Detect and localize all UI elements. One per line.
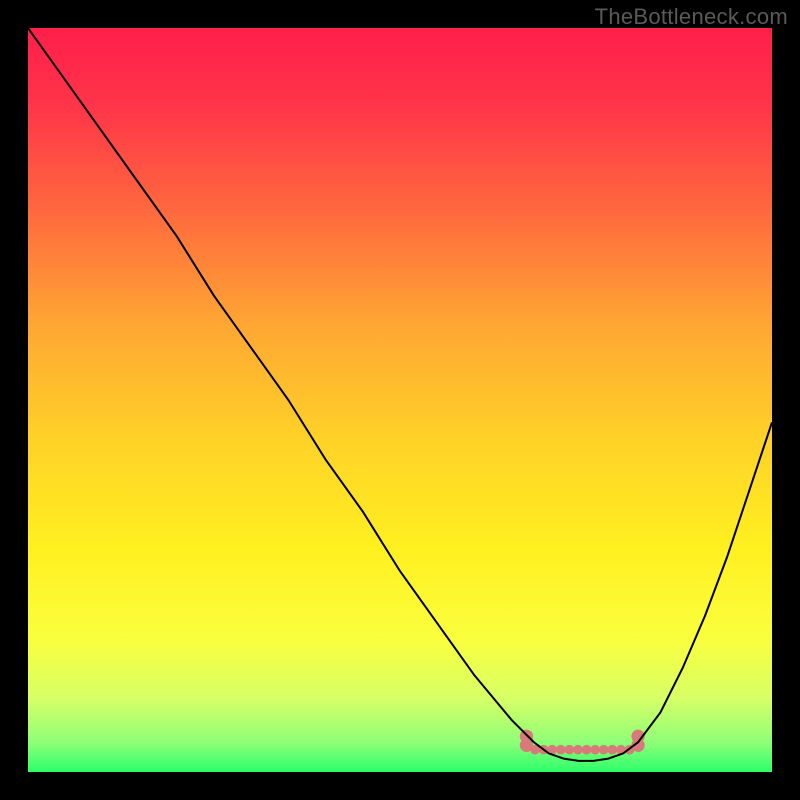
watermark-text: TheBottleneck.com [595,4,788,30]
chart-frame: TheBottleneck.com [0,0,800,800]
curve-line [28,28,772,772]
plot-area [28,28,772,772]
